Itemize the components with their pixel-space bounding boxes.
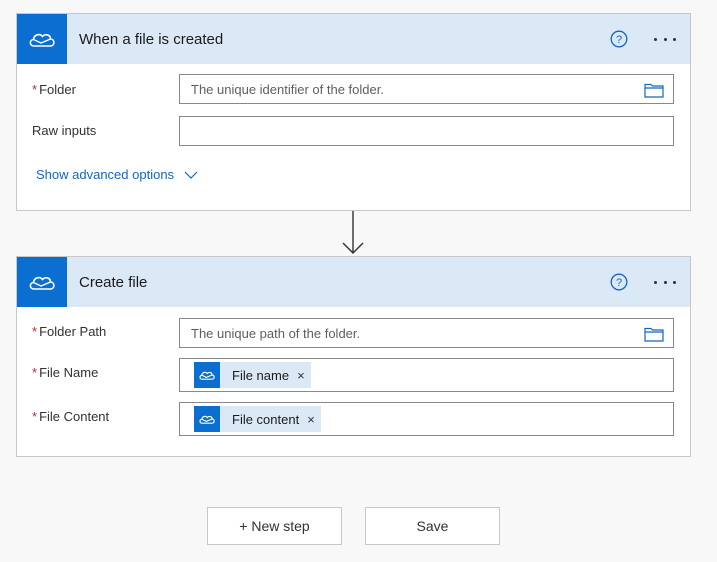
file-name-token[interactable]: File name ×: [194, 362, 311, 388]
trigger-title: When a file is created: [79, 30, 224, 48]
more-dots-icon[interactable]: [652, 29, 678, 49]
folder-input[interactable]: The unique identifier of the folder.: [179, 74, 674, 104]
folder-path-placeholder: The unique path of the folder.: [191, 325, 361, 341]
file-name-label: * File Name: [32, 365, 99, 380]
raw-inputs-input[interactable]: [179, 116, 674, 146]
show-advanced-options-link[interactable]: Show advanced options: [36, 167, 198, 182]
svg-text:?: ?: [616, 277, 622, 289]
trigger-card-header[interactable]: When a file is created ?: [17, 14, 690, 64]
action-card: Create file ? * Folder Path The unique pa…: [16, 256, 691, 457]
onedrive-cloud-icon: [194, 362, 220, 388]
onedrive-cloud-icon: [17, 14, 67, 64]
raw-inputs-label: Raw inputs: [32, 123, 97, 138]
new-step-button[interactable]: + New step: [207, 507, 342, 545]
onedrive-cloud-icon: [17, 257, 67, 307]
folder-path-label: * Folder Path: [32, 324, 107, 339]
folder-icon[interactable]: [644, 82, 664, 98]
save-button[interactable]: Save: [365, 507, 500, 545]
help-circle-icon[interactable]: ?: [610, 30, 628, 48]
onedrive-cloud-icon: [194, 406, 220, 432]
action-title: Create file: [79, 273, 148, 291]
folder-path-input[interactable]: The unique path of the folder.: [179, 318, 674, 348]
file-name-input[interactable]: File name ×: [179, 358, 674, 392]
arrow-down-icon: [342, 211, 364, 254]
more-dots-icon[interactable]: [652, 272, 678, 292]
close-icon[interactable]: ×: [297, 368, 305, 383]
help-circle-icon[interactable]: ?: [610, 273, 628, 291]
file-content-token[interactable]: File content ×: [194, 406, 321, 432]
svg-text:?: ?: [616, 34, 622, 46]
close-icon[interactable]: ×: [307, 412, 315, 427]
folder-label: * Folder: [32, 82, 76, 97]
folder-placeholder: The unique identifier of the folder.: [191, 81, 384, 97]
file-content-input[interactable]: File content ×: [179, 402, 674, 436]
file-content-label: * File Content: [32, 409, 110, 424]
trigger-card: When a file is created ? * Folder The uni…: [16, 13, 691, 211]
folder-icon[interactable]: [644, 326, 664, 342]
chevron-down-icon: [184, 171, 198, 179]
action-card-header[interactable]: Create file ?: [17, 257, 690, 307]
